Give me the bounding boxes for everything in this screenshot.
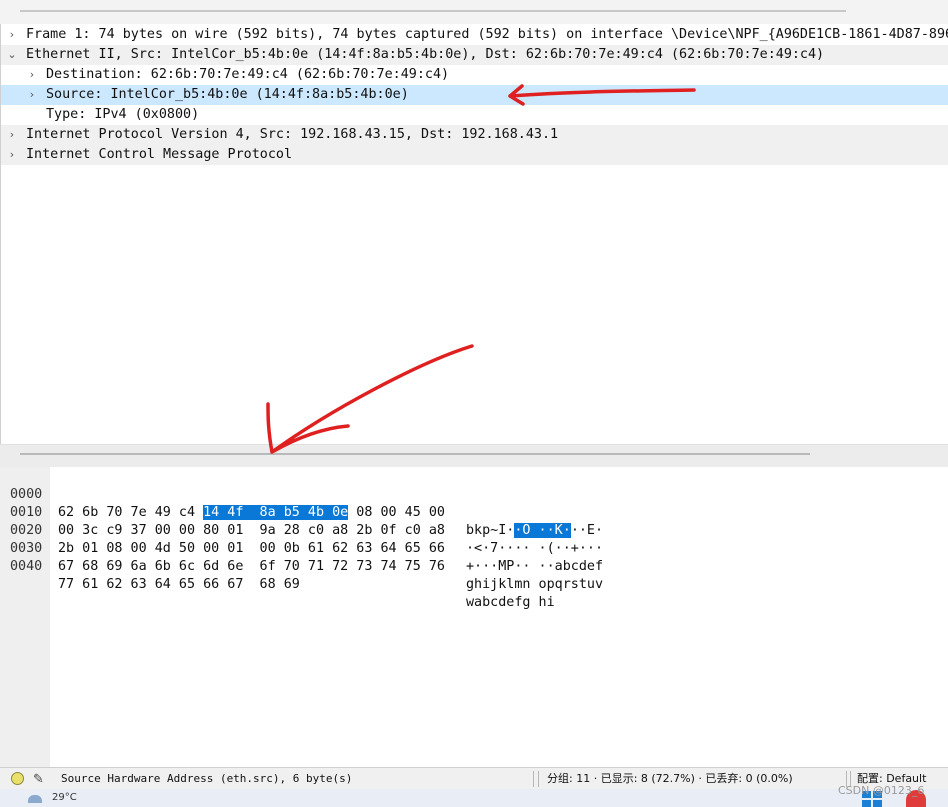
ascii-dump[interactable]: +···MP·· ··abcdef — [466, 558, 603, 576]
hex-bytes-plain: 08 00 45 00 — [348, 505, 445, 520]
tree-row-icmp[interactable]: › Internet Control Message Protocol — [1, 145, 948, 165]
expand-caret-icon[interactable]: › — [5, 145, 19, 165]
expand-caret-icon[interactable]: › — [5, 25, 19, 45]
packet-bytes-pane: 0000 62 6b 70 7e 49 c4 14 4f 8a b5 4b 0e… — [0, 467, 948, 767]
hex-line-0030[interactable]: 0030 67 68 69 6a 6b 6c 6d 6e 6f 70 71 72… — [0, 522, 603, 592]
top-pane-strip — [0, 0, 948, 25]
hex-bytes[interactable]: 2b 01 08 00 4d 50 00 01 00 0b 61 62 63 6… — [58, 540, 445, 558]
packet-stats: 分组: 11 · 已显示: 8 (72.7%) · 已丢弃: 0 (0.0%) — [547, 772, 793, 785]
expand-caret-icon[interactable]: › — [5, 125, 19, 145]
expand-caret-icon[interactable]: › — [25, 85, 39, 105]
ascii-plain: bkp~I· — [466, 523, 515, 538]
edit-comment-icon[interactable]: ✎ — [33, 769, 44, 791]
tree-row-frame[interactable]: › Frame 1: 74 bytes on wire (592 bits), … — [1, 25, 948, 45]
hex-bytes-highlight: 14 4f 8a b5 4b 0e — [203, 505, 349, 520]
tree-row-destination[interactable]: › Destination: 62:6b:70:7e:49:c4 (62:6b:… — [1, 65, 948, 85]
status-bar: ✎ Source Hardware Address (eth.src), 6 b… — [0, 767, 948, 790]
status-separator — [538, 771, 539, 787]
hex-bytes[interactable]: 62 6b 70 7e 49 c4 14 4f 8a b5 4b 0e 08 0… — [58, 504, 445, 522]
weather-icon[interactable] — [28, 795, 42, 803]
hex-line-0000[interactable]: 0000 62 6b 70 7e 49 c4 14 4f 8a b5 4b 0e… — [0, 468, 603, 538]
hex-bytes[interactable]: 00 3c c9 37 00 00 80 01 9a 28 c0 a8 2b 0… — [58, 522, 445, 540]
tree-row-type[interactable]: Type: IPv4 (0x0800) — [1, 105, 948, 125]
tree-row-label: Source: IntelCor_b5:4b:0e (14:4f:8a:b5:4… — [46, 87, 409, 102]
tree-row-source[interactable]: › Source: IntelCor_b5:4b:0e (14:4f:8a:b5… — [1, 85, 948, 105]
packet-details-pane: › Frame 1: 74 bytes on wire (592 bits), … — [0, 24, 948, 444]
pane-divider-line — [20, 10, 846, 12]
tree-row-label: Ethernet II, Src: IntelCor_b5:4b:0e (14:… — [26, 47, 825, 62]
ascii-dump[interactable]: ghijklmn opqrstuv — [466, 576, 603, 594]
watermark: CSDN @0123_6 — [838, 784, 925, 797]
tree-row-label: Internet Protocol Version 4, Src: 192.16… — [26, 127, 559, 142]
splitter-handle[interactable] — [20, 453, 810, 455]
hex-line-0010[interactable]: 0010 00 3c c9 37 00 00 80 01 9a 28 c0 a8… — [0, 486, 603, 556]
status-separator — [533, 771, 534, 787]
hex-offset: 0040 — [10, 559, 43, 574]
tree-row-label: Frame 1: 74 bytes on wire (592 bits), 74… — [26, 27, 948, 42]
ascii-dump[interactable]: ·<·7···· ·(··+··· — [466, 540, 603, 558]
ascii-highlight: ·O ··K· — [514, 523, 571, 538]
pane-splitter[interactable] — [0, 444, 948, 468]
tree-row-label: Type: IPv4 (0x0800) — [46, 107, 200, 122]
ascii-plain: ··E· — [570, 523, 604, 538]
field-info-text: Source Hardware Address (eth.src), 6 byt… — [61, 772, 353, 785]
ascii-dump[interactable]: bkp~I··O ··K···E· — [466, 522, 603, 540]
hex-line-0020[interactable]: 0020 2b 01 08 00 4d 50 00 01 00 0b 61 62… — [0, 504, 603, 574]
hex-bytes-plain: 62 6b 70 7e 49 c4 — [58, 505, 204, 520]
tree-row-label: Internet Control Message Protocol — [26, 147, 293, 162]
hex-bytes[interactable]: 77 61 62 63 64 65 66 67 68 69 — [58, 576, 300, 594]
collapse-caret-icon[interactable]: ⌄ — [5, 45, 19, 65]
hex-line-0040[interactable]: 0040 77 61 62 63 64 65 66 67 68 69 wabcd… — [0, 540, 555, 610]
weather-temperature[interactable]: 29°C — [52, 789, 77, 807]
tree-row-ipv4[interactable]: › Internet Protocol Version 4, Src: 192.… — [1, 125, 948, 145]
tree-row-ethernet[interactable]: ⌄ Ethernet II, Src: IntelCor_b5:4b:0e (1… — [1, 45, 948, 65]
expert-info-icon[interactable] — [11, 772, 24, 785]
expand-caret-icon[interactable]: › — [25, 65, 39, 85]
taskbar: 29°C — [0, 789, 948, 807]
hex-bytes[interactable]: 67 68 69 6a 6b 6c 6d 6e 6f 70 71 72 73 7… — [58, 558, 445, 576]
ascii-dump[interactable]: wabcdefg hi — [466, 594, 555, 612]
tree-row-label: Destination: 62:6b:70:7e:49:c4 (62:6b:70… — [46, 67, 450, 82]
